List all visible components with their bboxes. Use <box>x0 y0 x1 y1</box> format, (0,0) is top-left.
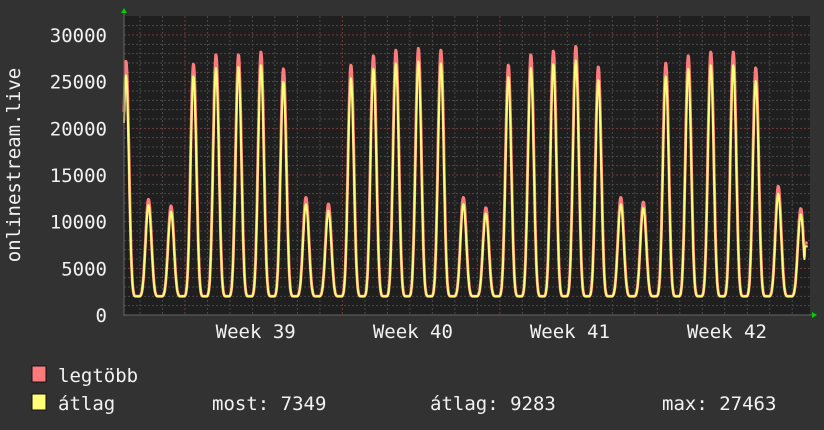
legend-swatch-max <box>31 365 47 383</box>
x-tick-label: Week 40 <box>373 321 453 343</box>
x-tick-label: Week 42 <box>687 321 767 343</box>
y-tick-label: 20000 <box>50 118 107 140</box>
y-tick-label: 10000 <box>50 212 107 234</box>
y-axis-label: onlinestream.live <box>3 68 25 262</box>
legend-stat-max: max: 27463 <box>662 393 776 415</box>
x-axis-ticks: Week 39 Week 40 Week 41 Week 42 <box>216 321 767 343</box>
chart-svg: 050001000015000200002500030000 Week 39 We… <box>3 8 817 415</box>
y-axis-arrow-icon <box>121 8 127 13</box>
x-tick-label: Week 39 <box>216 321 296 343</box>
legend-label-avg: átlag <box>58 393 115 415</box>
legend-stat-now: most: 7349 <box>212 393 326 415</box>
y-tick-label: 0 <box>96 305 107 327</box>
y-tick-label: 5000 <box>61 258 107 280</box>
x-tick-label: Week 41 <box>530 321 610 343</box>
legend-swatch-avg <box>31 393 47 411</box>
x-axis-arrow-icon <box>812 312 817 318</box>
y-tick-label: 15000 <box>50 165 107 187</box>
y-axis-ticks: 0 5000 10000 15000 20000 25000 30000 <box>50 25 107 327</box>
legend-stat-avg: átlag: 9283 <box>430 393 556 415</box>
y-tick-label: 30000 <box>50 25 107 47</box>
y-tick-label: 25000 <box>50 72 107 94</box>
legend-label-max: legtöbb <box>58 365 138 387</box>
chart: 0 5000 10000 15000 20000 25000 30000 Week 39 We… <box>0 0 824 430</box>
